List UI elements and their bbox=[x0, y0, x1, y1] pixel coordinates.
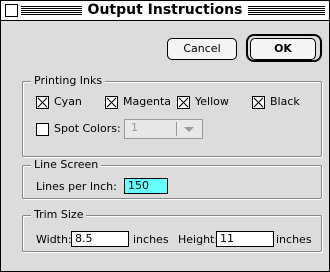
lines-per-inch-label: Lines per Inch: bbox=[36, 180, 117, 193]
yellow-checkbox[interactable] bbox=[177, 96, 190, 109]
cyan-label[interactable]: Cyan bbox=[54, 95, 82, 109]
spot-colors-label[interactable]: Spot Colors: bbox=[54, 122, 121, 136]
width-unit: inches bbox=[133, 233, 169, 246]
line-screen-title: Line Screen bbox=[31, 158, 102, 172]
width-label: Width: bbox=[36, 233, 72, 246]
output-instructions-dialog: Output Instructions Cancel OK Printing I… bbox=[0, 0, 330, 272]
width-field[interactable]: 8.5 bbox=[71, 231, 129, 247]
window-title: Output Instructions bbox=[81, 2, 249, 18]
magenta-label[interactable]: Magenta bbox=[123, 95, 171, 109]
height-field[interactable]: 11 bbox=[216, 231, 274, 247]
height-unit: inches bbox=[276, 233, 312, 246]
spot-colors-popup[interactable]: 1 bbox=[124, 119, 203, 139]
trim-size-title: Trim Size bbox=[31, 208, 87, 222]
yellow-label[interactable]: Yellow bbox=[195, 95, 229, 109]
cancel-button[interactable]: Cancel bbox=[167, 38, 237, 60]
black-checkbox[interactable] bbox=[252, 96, 265, 109]
ok-button[interactable]: OK bbox=[250, 38, 316, 60]
magenta-checkbox[interactable] bbox=[105, 96, 118, 109]
lines-per-inch-field[interactable]: 150 bbox=[124, 178, 168, 194]
black-label[interactable]: Black bbox=[270, 95, 300, 109]
chevron-down-icon bbox=[184, 127, 194, 132]
printing-inks-title: Printing Inks bbox=[31, 74, 106, 88]
cyan-checkbox[interactable] bbox=[36, 96, 49, 109]
height-label: Height: bbox=[178, 233, 219, 246]
spot-colors-value: 1 bbox=[131, 121, 138, 134]
title-text-wrap: Output Instructions bbox=[1, 2, 329, 19]
title-bar[interactable]: Output Instructions bbox=[1, 1, 329, 21]
popup-separator bbox=[176, 122, 177, 136]
spot-colors-checkbox[interactable] bbox=[36, 123, 49, 136]
